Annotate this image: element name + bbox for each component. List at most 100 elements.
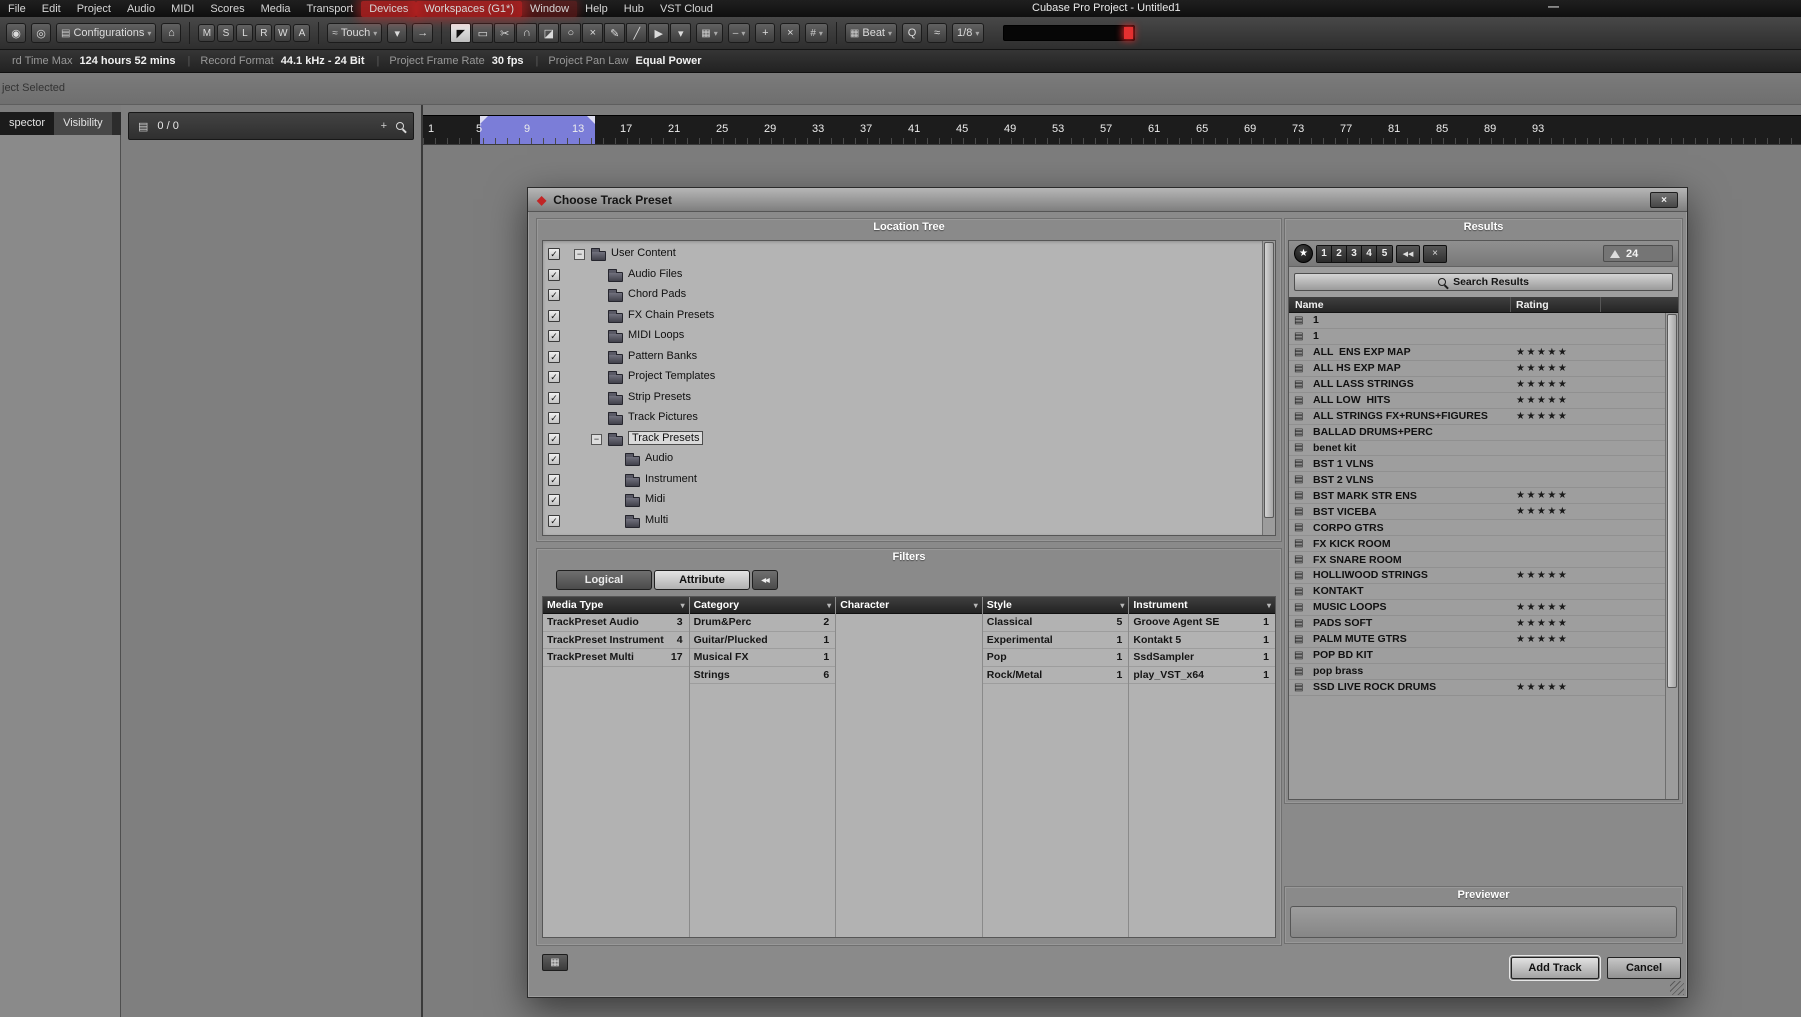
checkbox[interactable]: ✓ — [548, 268, 560, 281]
activate-project-button[interactable]: ◉ — [6, 23, 26, 43]
result-row-all-lass-strings[interactable]: ▤ ALL LASS STRINGS ★★★★★ — [1289, 377, 1678, 393]
tool-button-9[interactable]: ▶ — [648, 23, 670, 43]
result-row-corpo-gtrs[interactable]: ▤ CORPO GTRS — [1289, 520, 1678, 537]
result-row-fx-kick-room[interactable]: ▤ FX KICK ROOM — [1289, 536, 1678, 553]
result-row-all-low-hits[interactable]: ▤ ALL LOW HITS ★★★★★ — [1289, 393, 1678, 409]
tool-button-7[interactable]: ✎ — [604, 23, 626, 43]
tree-item-fx-chain-presets[interactable]: ✓ FX Chain Presets — [543, 306, 1275, 327]
tool-button-2[interactable]: ✂ — [494, 23, 516, 43]
tool-button-4[interactable]: ◪ — [538, 23, 560, 43]
menu-item-midi[interactable]: MIDI — [163, 1, 202, 17]
tab-spector[interactable]: spector — [0, 112, 55, 135]
rewind-results-button[interactable]: ◀◀ — [1396, 244, 1420, 263]
result-row-1[interactable]: ▤ 1 — [1289, 313, 1678, 329]
filter-tab-attribute[interactable]: Attribute — [654, 570, 750, 590]
menu-item-devices[interactable]: Devices — [361, 0, 417, 17]
menu-item-media[interactable]: Media — [253, 1, 299, 17]
tree-item-multi[interactable]: ✓ Multi — [543, 511, 1275, 532]
result-row-pop-bd-kit[interactable]: ▤ POP BD KIT — [1289, 648, 1678, 664]
checkbox[interactable]: ✓ — [548, 412, 560, 424]
checkbox[interactable]: ✓ — [548, 350, 560, 363]
menu-item-transport[interactable]: Transport — [299, 1, 362, 17]
filter-item-classical[interactable]: Classical 5 — [982, 614, 1129, 632]
tree-item-pattern-banks[interactable]: ✓ Pattern Banks — [543, 347, 1275, 368]
checkbox[interactable]: ✓ — [548, 514, 560, 527]
result-row-all-hs-exp-map[interactable]: ▤ ALL HS EXP MAP ★★★★★ — [1289, 361, 1678, 377]
checkbox[interactable]: ✓ — [548, 494, 560, 506]
auto-scroll-button[interactable]: → — [412, 23, 434, 43]
column-header-name[interactable]: Name — [1289, 297, 1511, 312]
checkbox[interactable]: ✓ — [548, 248, 560, 260]
tree-item-track-presets[interactable]: ✓ − Track Presets — [543, 429, 1275, 450]
state-button-a[interactable]: A — [293, 24, 311, 42]
menu-item-vst-cloud[interactable]: VST Cloud — [652, 1, 721, 17]
quantize-button[interactable]: Q — [902, 23, 923, 43]
result-row-bst-1-vlns[interactable]: ▤ BST 1 VLNS — [1289, 456, 1678, 473]
result-row-ballad-drums-perc[interactable]: ▤ BALLAD DRUMS+PERC — [1289, 425, 1678, 441]
color-menu-dropdown[interactable]: ▦ ▾ — [696, 23, 723, 43]
filter-column-header-media-type[interactable]: Media Type ▾ — [543, 597, 689, 614]
tool-button-8[interactable]: ╱ — [626, 23, 648, 43]
filter-column-header-style[interactable]: Style ▾ — [982, 597, 1129, 614]
filter-item-strings[interactable]: Strings 6 — [689, 667, 836, 684]
rating-star-icon[interactable]: ★ — [1294, 244, 1313, 263]
result-row-kontakt[interactable]: ▤ KONTAKT — [1289, 584, 1678, 600]
rating-button-4[interactable]: 4 — [1362, 245, 1377, 262]
tool-button-5[interactable]: ○ — [560, 23, 582, 43]
configurations-dropdown[interactable]: ▤ Configurations ▾ — [56, 23, 157, 43]
result-row-all-ens-exp-map[interactable]: ▤ ALL ENS EXP MAP ★★★★★ — [1289, 345, 1678, 361]
filter-item-ssdsampler[interactable]: SsdSampler 1 — [1129, 649, 1275, 667]
minimize-icon[interactable]: — — [1548, 1, 1559, 13]
filter-reset-button[interactable]: ◀◀ — [752, 570, 778, 590]
collapse-icon[interactable]: − — [574, 249, 585, 260]
tree-item-audio-files[interactable]: ✓ Audio Files — [543, 265, 1275, 286]
column-header-rating[interactable]: Rating — [1511, 297, 1601, 312]
tool-button-6[interactable]: × — [582, 23, 604, 43]
tree-item-project-templates[interactable]: ✓ Project Templates — [543, 367, 1275, 388]
state-button-w[interactable]: W — [274, 24, 292, 42]
result-row-bst-2-vlns[interactable]: ▤ BST 2 VLNS — [1289, 472, 1678, 489]
result-row-bst-mark-str-ens[interactable]: ▤ BST MARK STR ENS ★★★★★ — [1289, 488, 1678, 505]
menu-item-file[interactable]: File — [0, 1, 34, 17]
dialog-titlebar[interactable]: ◆ Choose Track Preset — [528, 188, 1687, 212]
results-scrollbar-thumb[interactable] — [1667, 314, 1677, 689]
iterative-quantize-button[interactable]: ≈ — [927, 23, 948, 43]
tool-button-3[interactable]: ∩ — [516, 23, 538, 43]
checkbox[interactable]: ✓ — [548, 432, 560, 445]
result-row-pads-soft[interactable]: ▤ PADS SOFT ★★★★★ — [1289, 616, 1678, 632]
result-row-1[interactable]: ▤ 1 — [1289, 329, 1678, 345]
add-track-icon[interactable]: + — [381, 120, 387, 132]
search-results-button[interactable]: Search Results — [1294, 273, 1673, 291]
menu-item-window[interactable]: Window — [522, 0, 578, 17]
tool-button-1[interactable]: ▭ — [472, 23, 494, 43]
menu-item-audio[interactable]: Audio — [119, 1, 163, 17]
tool-button-0[interactable]: ◤ — [450, 23, 472, 43]
setup-results-button[interactable]: ▦ — [542, 954, 568, 971]
results-scrollbar[interactable] — [1665, 313, 1678, 799]
state-button-r[interactable]: R — [255, 24, 273, 42]
timeline-ruler[interactable]: 1 5 9 13 17 21 25 29 33 37 41 45 49 53 57 61 65 69 73 77 81 8… — [423, 115, 1801, 145]
tree-item-midi[interactable]: ✓ Midi — [543, 490, 1275, 511]
result-row-all-strings-fx-runs-figures[interactable]: ▤ ALL STRINGS FX+RUNS+FIGURES ★★★★★ — [1289, 409, 1678, 425]
quantize-preset-dropdown[interactable]: 1/8 ▾ — [952, 23, 985, 43]
filter-item-groove-agent-se[interactable]: Groove Agent SE 1 — [1129, 614, 1275, 632]
menu-item-workspaces-g1[interactable]: Workspaces (G1*) — [416, 0, 522, 17]
filter-column-header-category[interactable]: Category ▾ — [689, 597, 836, 614]
snap-type-dropdown[interactable]: # ▾ — [805, 23, 828, 43]
checkbox[interactable]: ✓ — [548, 309, 560, 322]
checkbox[interactable]: ✓ — [548, 289, 560, 301]
history-button[interactable]: ◎ — [31, 23, 51, 43]
filter-item-rock-metal[interactable]: Rock/Metal 1 — [982, 667, 1129, 684]
rating-button-5[interactable]: 5 — [1377, 245, 1392, 262]
nudge-button[interactable]: × — [780, 23, 801, 43]
state-button-m[interactable]: M — [198, 24, 216, 42]
tree-item-chord-pads[interactable]: ✓ Chord Pads — [543, 285, 1275, 306]
tree-item-instrument[interactable]: ✓ Instrument — [543, 470, 1275, 491]
search-tracks-icon[interactable] — [396, 122, 404, 130]
filter-item-kontakt-5[interactable]: Kontakt 5 1 — [1129, 632, 1275, 649]
result-row-music-loops[interactable]: ▤ MUSIC LOOPS ★★★★★ — [1289, 600, 1678, 616]
result-row-fx-snare-room[interactable]: ▤ FX SNARE ROOM — [1289, 552, 1678, 568]
rating-button-3[interactable]: 3 — [1347, 245, 1362, 262]
crosshair-button[interactable]: + — [755, 23, 776, 43]
result-row-ssd-live-rock-drums[interactable]: ▤ SSD LIVE ROCK DRUMS ★★★★★ — [1289, 680, 1678, 696]
